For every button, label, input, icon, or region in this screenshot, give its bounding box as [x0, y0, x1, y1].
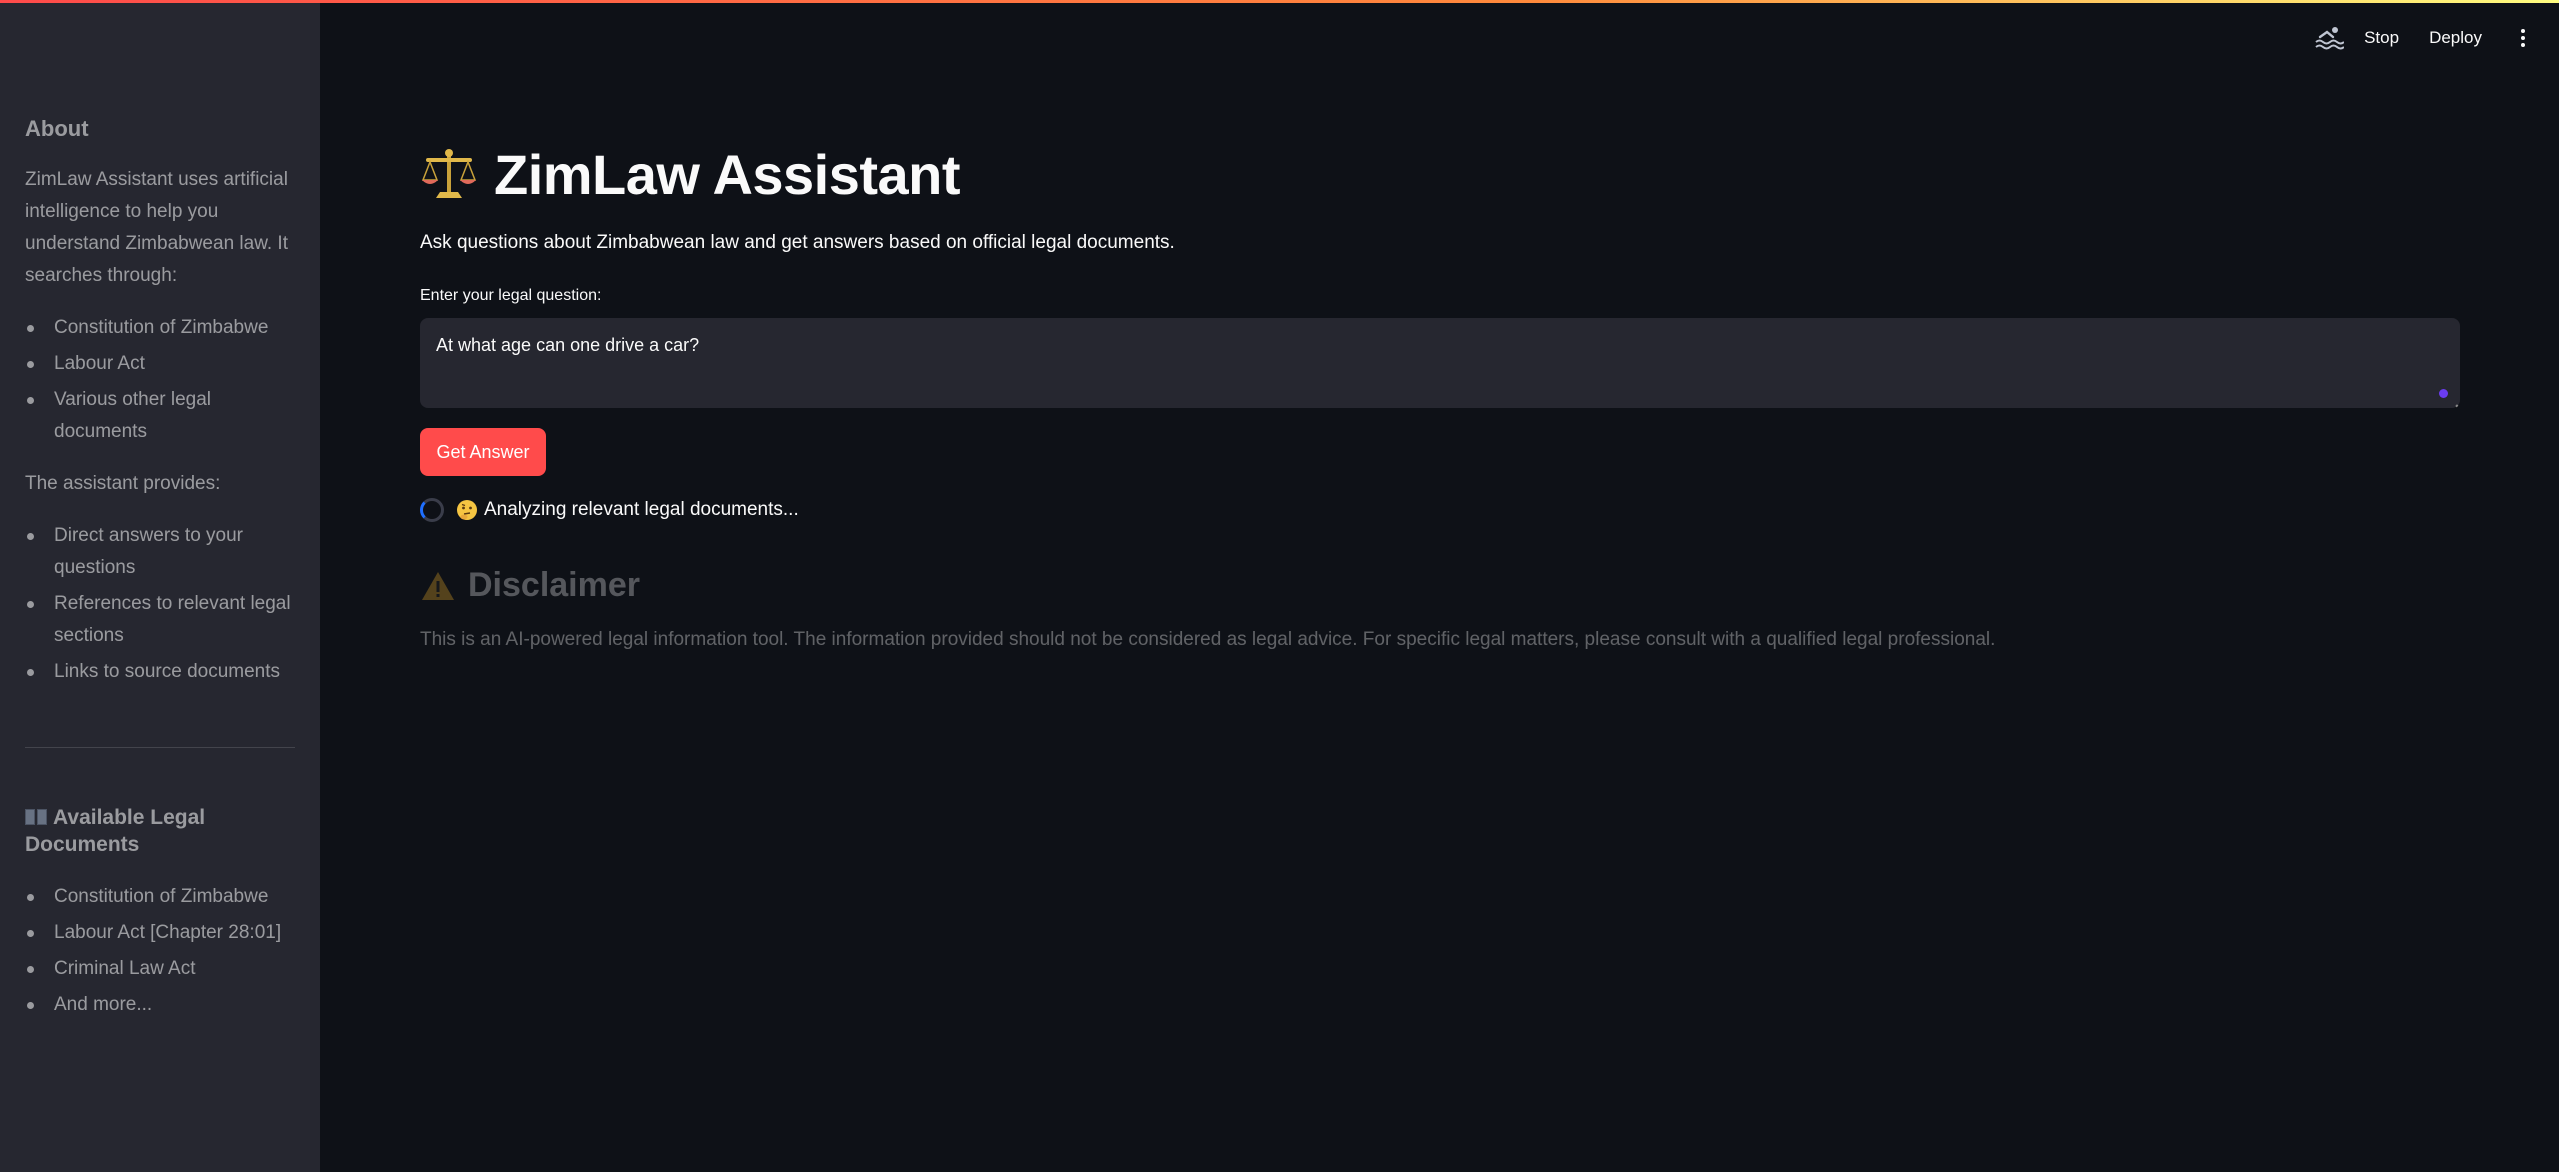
page-title: ZimLaw Assistant [494, 143, 961, 206]
page-title-row: ZimLaw Assistant [420, 142, 961, 207]
sidebar-divider [25, 747, 295, 748]
swimmer-icon [2315, 27, 2345, 50]
running-status-bar [0, 0, 2559, 3]
about-text: ZimLaw Assistant uses artificial intelli… [25, 169, 288, 286]
open-book-icon [25, 809, 47, 825]
list-item: Links to source documents [25, 656, 300, 688]
available-docs-heading: Available Legal Documents [25, 804, 285, 858]
list-item: And more... [25, 989, 300, 1021]
question-textarea[interactable]: At what age can one drive a car? [420, 318, 2460, 408]
sources-list: Constitution of Zimbabwe Labour Act Vari… [25, 312, 300, 452]
list-item: Various other legal documents [25, 384, 300, 448]
list-item: Constitution of Zimbabwe [25, 312, 300, 344]
provides-list: Direct answers to your questions Referen… [25, 520, 300, 692]
question-value: At what age can one drive a car? [436, 335, 700, 355]
balance-scale-icon [421, 148, 477, 198]
available-docs-list: Constitution of Zimbabwe Labour Act [Cha… [25, 881, 300, 1025]
sidebar: About ZimLaw Assistant uses artificial i… [0, 0, 320, 1172]
list-item: Direct answers to your questions [25, 520, 300, 584]
thinking-face-icon [457, 500, 477, 520]
header-toolbar: Stop Deploy [2314, 20, 2559, 56]
list-item: Labour Act [Chapter 28:01] [25, 917, 300, 949]
list-item: Constitution of Zimbabwe [25, 881, 300, 913]
warning-icon [422, 571, 454, 600]
input-status-dot [2439, 389, 2448, 398]
get-answer-button[interactable]: Get Answer [420, 428, 546, 476]
page-subtitle: Ask questions about Zimbabwean law and g… [420, 232, 1175, 253]
disclaimer-heading-row: Disclaimer [420, 566, 640, 605]
about-heading: About [25, 116, 89, 141]
spinner-icon [420, 498, 444, 522]
kebab-menu-icon[interactable] [2512, 25, 2534, 51]
status-text: Analyzing relevant legal documents... [484, 499, 799, 520]
stop-button[interactable]: Stop [2364, 28, 2399, 48]
disclaimer-title: Disclaimer [468, 566, 640, 604]
disclaimer-text: This is an AI-powered legal information … [420, 629, 1996, 650]
list-item: Criminal Law Act [25, 953, 300, 985]
loading-status: Analyzing relevant legal documents... [420, 498, 799, 522]
question-label: Enter your legal question: [420, 287, 602, 304]
list-item: References to relevant legal sections [25, 588, 300, 652]
provides-text: The assistant provides: [25, 473, 221, 494]
deploy-button[interactable]: Deploy [2429, 28, 2482, 48]
list-item: Labour Act [25, 348, 300, 380]
available-docs-heading-label: Available Legal Documents [25, 806, 206, 856]
resize-handle-icon[interactable] [2449, 398, 2459, 408]
